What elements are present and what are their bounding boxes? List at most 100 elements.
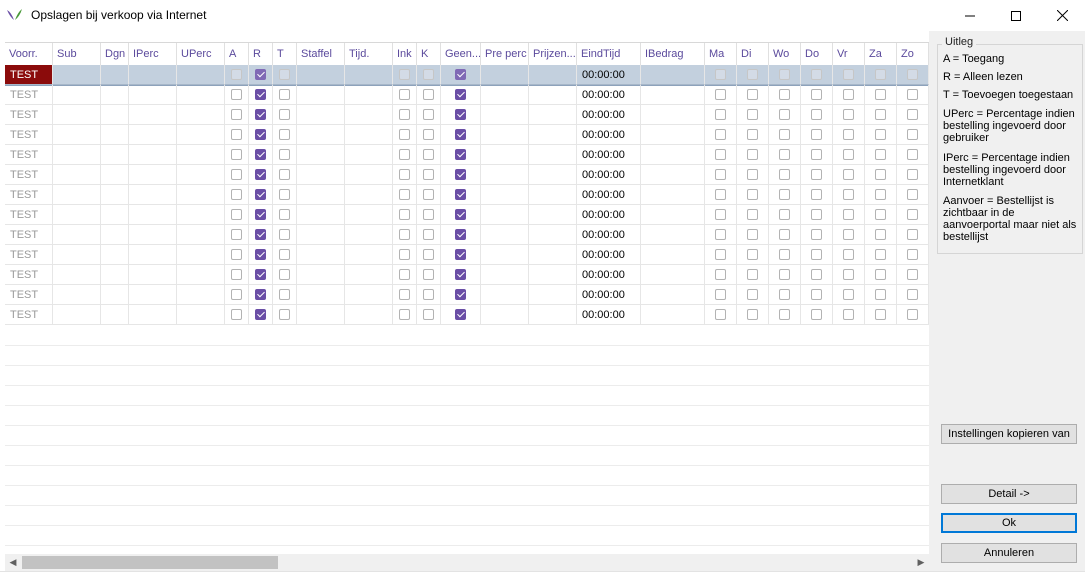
cell-staffel[interactable]: [297, 105, 345, 125]
scroll-right-icon[interactable]: ▶: [915, 556, 927, 569]
cell-A[interactable]: [225, 305, 249, 325]
cell-A[interactable]: [225, 145, 249, 165]
checked-checkbox[interactable]: [255, 109, 266, 120]
cell-preperc[interactable]: [481, 105, 529, 125]
cell-A[interactable]: [225, 265, 249, 285]
cell-T[interactable]: [273, 145, 297, 165]
cell-ma[interactable]: [705, 145, 737, 165]
column-header[interactable]: Voorr.: [5, 43, 53, 65]
cell-zo[interactable]: [897, 185, 929, 205]
cell-dgn[interactable]: [101, 305, 129, 325]
cell-Geen[interactable]: [441, 225, 481, 245]
cell-vr[interactable]: [833, 165, 865, 185]
checked-checkbox[interactable]: [255, 269, 266, 280]
cell-di[interactable]: [737, 125, 769, 145]
cell-preperc[interactable]: [481, 265, 529, 285]
unchecked-checkbox[interactable]: [811, 169, 822, 180]
unchecked-checkbox[interactable]: [779, 149, 790, 160]
cell-Geen[interactable]: [441, 185, 481, 205]
cell-iperc[interactable]: [129, 125, 177, 145]
cell-eindtijd[interactable]: 00:00:00: [577, 185, 641, 205]
unchecked-checkbox[interactable]: [423, 189, 434, 200]
unchecked-checkbox[interactable]: [875, 89, 886, 100]
cell-ibedrag[interactable]: [641, 265, 705, 285]
cell-ma[interactable]: [705, 125, 737, 145]
cell-ibedrag[interactable]: [641, 125, 705, 145]
cell-wo[interactable]: [769, 305, 801, 325]
cell-T[interactable]: [273, 225, 297, 245]
unchecked-checkbox[interactable]: [811, 149, 822, 160]
checked-checkbox[interactable]: [455, 129, 466, 140]
cell-Geen[interactable]: [441, 205, 481, 225]
unchecked-checkbox[interactable]: [843, 129, 854, 140]
cell-A[interactable]: [225, 225, 249, 245]
table-row[interactable]: TEST 00:00:00: [5, 305, 929, 325]
unchecked-checkbox[interactable]: [231, 229, 242, 240]
cell-Geen[interactable]: [441, 305, 481, 325]
cell-Geen[interactable]: [441, 145, 481, 165]
unchecked-checkbox[interactable]: [423, 109, 434, 120]
unchecked-checkbox[interactable]: [811, 209, 822, 220]
cell-wo[interactable]: [769, 165, 801, 185]
cell-vr[interactable]: [833, 185, 865, 205]
cell-uperc[interactable]: [177, 225, 225, 245]
cell-T[interactable]: [273, 85, 297, 105]
cell-ibedrag[interactable]: [641, 85, 705, 105]
unchecked-checkbox[interactable]: [875, 269, 886, 280]
cell-vr[interactable]: [833, 265, 865, 285]
cell-do[interactable]: [801, 245, 833, 265]
cell-K[interactable]: [417, 145, 441, 165]
unchecked-checkbox[interactable]: [399, 289, 410, 300]
unchecked-checkbox[interactable]: [779, 169, 790, 180]
cell-do[interactable]: [801, 125, 833, 145]
cell-vr[interactable]: [833, 105, 865, 125]
cell-tijd[interactable]: [345, 185, 393, 205]
cell-zo[interactable]: [897, 285, 929, 305]
column-header[interactable]: EindTijd: [577, 43, 641, 65]
checked-checkbox[interactable]: [455, 189, 466, 200]
cell-K[interactable]: [417, 265, 441, 285]
unchecked-checkbox[interactable]: [231, 309, 242, 320]
cell-di[interactable]: [737, 285, 769, 305]
cell-sub[interactable]: [53, 165, 101, 185]
unchecked-checkbox[interactable]: [423, 289, 434, 300]
table-row[interactable]: TEST 00:00:00: [5, 145, 929, 165]
unchecked-checkbox[interactable]: [279, 69, 290, 80]
cell-uperc[interactable]: [177, 305, 225, 325]
cell-tijd[interactable]: [345, 105, 393, 125]
unchecked-checkbox[interactable]: [399, 269, 410, 280]
cell-R[interactable]: [249, 265, 273, 285]
cell-staffel[interactable]: [297, 305, 345, 325]
column-header[interactable]: UPerc: [177, 43, 225, 65]
unchecked-checkbox[interactable]: [875, 309, 886, 320]
unchecked-checkbox[interactable]: [423, 129, 434, 140]
cell-prijzen[interactable]: [529, 245, 577, 265]
cell-ma[interactable]: [705, 225, 737, 245]
cell-prijzen[interactable]: [529, 125, 577, 145]
unchecked-checkbox[interactable]: [907, 209, 918, 220]
cell-T[interactable]: [273, 265, 297, 285]
cell-Geen[interactable]: [441, 245, 481, 265]
cell-zo[interactable]: [897, 165, 929, 185]
checked-checkbox[interactable]: [255, 169, 266, 180]
cell-prijzen[interactable]: [529, 165, 577, 185]
cell-staffel[interactable]: [297, 65, 345, 85]
column-header[interactable]: Pre perc: [481, 43, 529, 65]
unchecked-checkbox[interactable]: [423, 229, 434, 240]
cell-za[interactable]: [865, 205, 897, 225]
unchecked-checkbox[interactable]: [231, 189, 242, 200]
cell-di[interactable]: [737, 305, 769, 325]
cell-di[interactable]: [737, 165, 769, 185]
cell-ma[interactable]: [705, 85, 737, 105]
cell-A[interactable]: [225, 85, 249, 105]
cell-uperc[interactable]: [177, 265, 225, 285]
cell-uperc[interactable]: [177, 285, 225, 305]
cell-do[interactable]: [801, 285, 833, 305]
cell-wo[interactable]: [769, 285, 801, 305]
cell-ibedrag[interactable]: [641, 145, 705, 165]
cell-preperc[interactable]: [481, 145, 529, 165]
cell-za[interactable]: [865, 305, 897, 325]
cell-Ink[interactable]: [393, 305, 417, 325]
column-header[interactable]: Tijd.: [345, 43, 393, 65]
column-header[interactable]: Dgn: [101, 43, 129, 65]
